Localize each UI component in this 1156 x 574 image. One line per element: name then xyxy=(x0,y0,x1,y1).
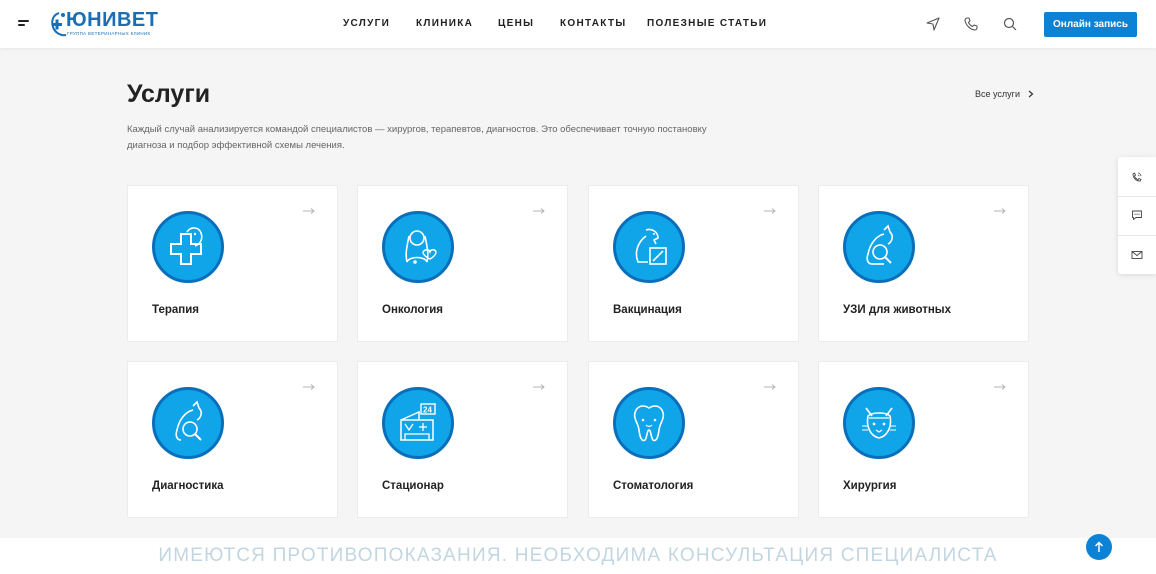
service-label: Онкология xyxy=(382,304,443,316)
svg-text:24: 24 xyxy=(423,406,432,415)
ultrasound-icon xyxy=(843,211,915,283)
nav-contacts[interactable]: КОНТАКТЫ xyxy=(560,18,626,29)
service-card-dentistry[interactable]: Стоматология xyxy=(588,361,799,518)
service-card-oncology[interactable]: Онкология xyxy=(357,185,568,342)
scroll-to-top-button[interactable] xyxy=(1086,534,1112,560)
page-title: Услуги xyxy=(127,80,211,108)
all-services-label: Все услуги xyxy=(975,89,1020,99)
oncology-icon xyxy=(382,211,454,283)
chat-icon[interactable] xyxy=(1131,209,1143,221)
service-label: УЗИ для животных xyxy=(843,304,952,316)
menu-burger-icon[interactable] xyxy=(18,20,30,28)
arrow-right-icon xyxy=(994,384,1006,390)
widget-divider xyxy=(1118,196,1156,197)
nav-services[interactable]: УСЛУГИ xyxy=(343,18,390,29)
contraindications-warning: ИМЕЮТСЯ ПРОТИВОПОКАЗАНИЯ. НЕОБХОДИМА КОН… xyxy=(158,545,998,566)
service-label: Диагностика xyxy=(152,480,224,492)
service-label: Стационар xyxy=(382,480,444,492)
nav-articles[interactable]: ПОЛЕЗНЫЕ СТАТЬИ xyxy=(647,18,767,29)
service-label: Хирургия xyxy=(843,480,897,492)
online-booking-button[interactable]: Онлайн запись xyxy=(1044,12,1137,37)
chevron-right-icon xyxy=(1028,90,1034,98)
arrow-right-icon xyxy=(994,208,1006,214)
site-header: ЮНИВЕТ ГРУППА ВЕТЕРИНАРНЫХ КЛИНИК УСЛУГИ… xyxy=(0,0,1156,48)
search-icon[interactable] xyxy=(1002,16,1018,32)
site-logo[interactable]: ЮНИВЕТ ГРУППА ВЕТЕРИНАРНЫХ КЛИНИК xyxy=(49,9,159,39)
mail-icon[interactable] xyxy=(1131,249,1143,261)
all-services-link[interactable]: Все услуги xyxy=(975,89,1034,99)
contact-side-widget xyxy=(1118,157,1156,274)
logo-text: ЮНИВЕТ xyxy=(66,9,159,31)
service-card-diagnostics[interactable]: Диагностика xyxy=(127,361,338,518)
service-card-therapy[interactable]: Терапия xyxy=(127,185,338,342)
phone-call-icon[interactable] xyxy=(1131,171,1143,183)
diagnostics-icon xyxy=(152,387,224,459)
hospital-icon: 24 xyxy=(382,387,454,459)
arrow-right-icon xyxy=(533,208,545,214)
service-card-vaccination[interactable]: Вакцинация xyxy=(588,185,799,342)
service-card-ultrasound[interactable]: УЗИ для животных xyxy=(818,185,1029,342)
logo-subtitle: ГРУППА ВЕТЕРИНАРНЫХ КЛИНИК xyxy=(67,31,151,36)
location-icon[interactable] xyxy=(925,16,941,32)
arrow-right-icon xyxy=(303,384,315,390)
service-card-hospital[interactable]: 24 Стационар xyxy=(357,361,568,518)
surgery-icon xyxy=(843,387,915,459)
service-label: Вакцинация xyxy=(613,304,682,316)
service-label: Стоматология xyxy=(613,480,694,492)
phone-icon[interactable] xyxy=(963,16,979,32)
service-label: Терапия xyxy=(152,304,199,316)
arrow-right-icon xyxy=(303,208,315,214)
widget-divider xyxy=(1118,235,1156,236)
arrow-right-icon xyxy=(764,208,776,214)
nav-prices[interactable]: ЦЕНЫ xyxy=(498,18,534,29)
page-description: Каждый случай анализируется командой спе… xyxy=(127,124,707,151)
arrow-up-icon xyxy=(1094,541,1104,552)
service-card-surgery[interactable]: Хирургия xyxy=(818,361,1029,518)
vaccination-icon xyxy=(613,211,685,283)
tooth-icon xyxy=(613,387,685,459)
arrow-right-icon xyxy=(533,384,545,390)
arrow-right-icon xyxy=(764,384,776,390)
nav-clinic[interactable]: КЛИНИКА xyxy=(416,18,473,29)
therapy-icon xyxy=(152,211,224,283)
